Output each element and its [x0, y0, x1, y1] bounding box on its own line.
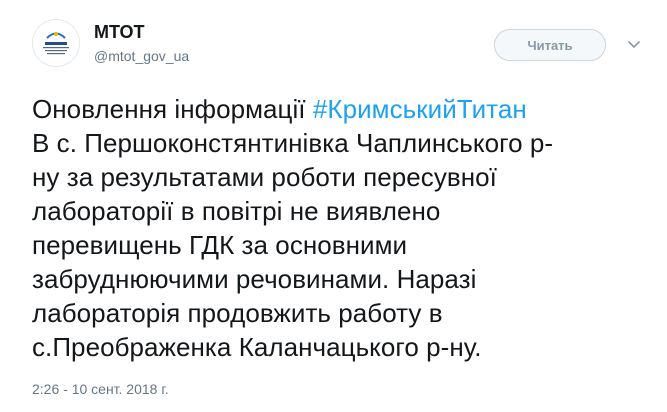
- tweet-line: ну за результатами роботи пересувної: [32, 162, 497, 192]
- hashtag-link[interactable]: #КримськийТитан: [313, 94, 527, 124]
- tweet-line: с.Преображенка Каланчацького р-ну.: [32, 332, 482, 362]
- avatar[interactable]: [32, 19, 80, 67]
- tweet-line: забруднюючими речовинами. Наразі: [32, 264, 477, 294]
- ministry-logo-icon: [33, 20, 79, 66]
- follow-button[interactable]: Читать: [494, 29, 606, 61]
- tweet-text-prefix: Оновлення інформації: [32, 94, 313, 124]
- author-name[interactable]: МТОТ: [94, 22, 145, 43]
- chevron-down-icon[interactable]: [626, 36, 642, 52]
- tweet-line: лабораторії в повітрі не виявлено: [32, 196, 441, 226]
- tweet-line: лабораторія продовжить работу в: [32, 298, 443, 328]
- tweet-line: Оновлення інформації #КримськийТитан: [32, 92, 642, 126]
- tweet-text: Оновлення інформації #КримськийТитан В с…: [32, 92, 642, 364]
- author-handle[interactable]: @mtot_gov_ua: [94, 48, 189, 64]
- tweet-line: В с. Першоконстянтинівка Чаплинського р-: [32, 128, 554, 158]
- tweet-timestamp[interactable]: 2:26 - 10 сент. 2018 г.: [32, 381, 169, 397]
- tweet-line: перевищень ГДК за основними: [32, 230, 408, 260]
